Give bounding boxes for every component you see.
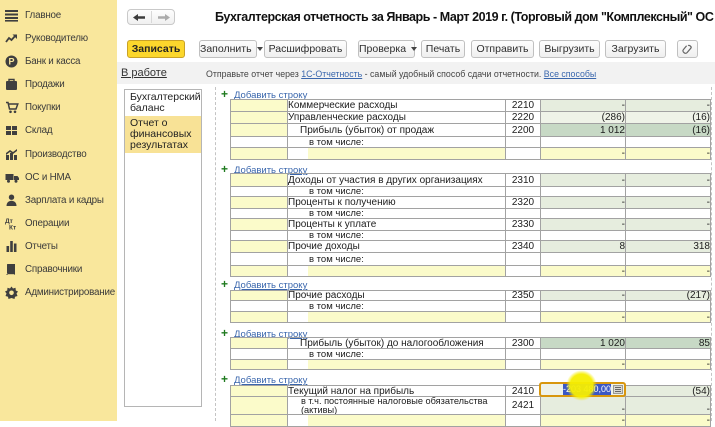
svg-text:Р: Р: [8, 57, 14, 67]
svg-text:Кт: Кт: [9, 225, 16, 231]
